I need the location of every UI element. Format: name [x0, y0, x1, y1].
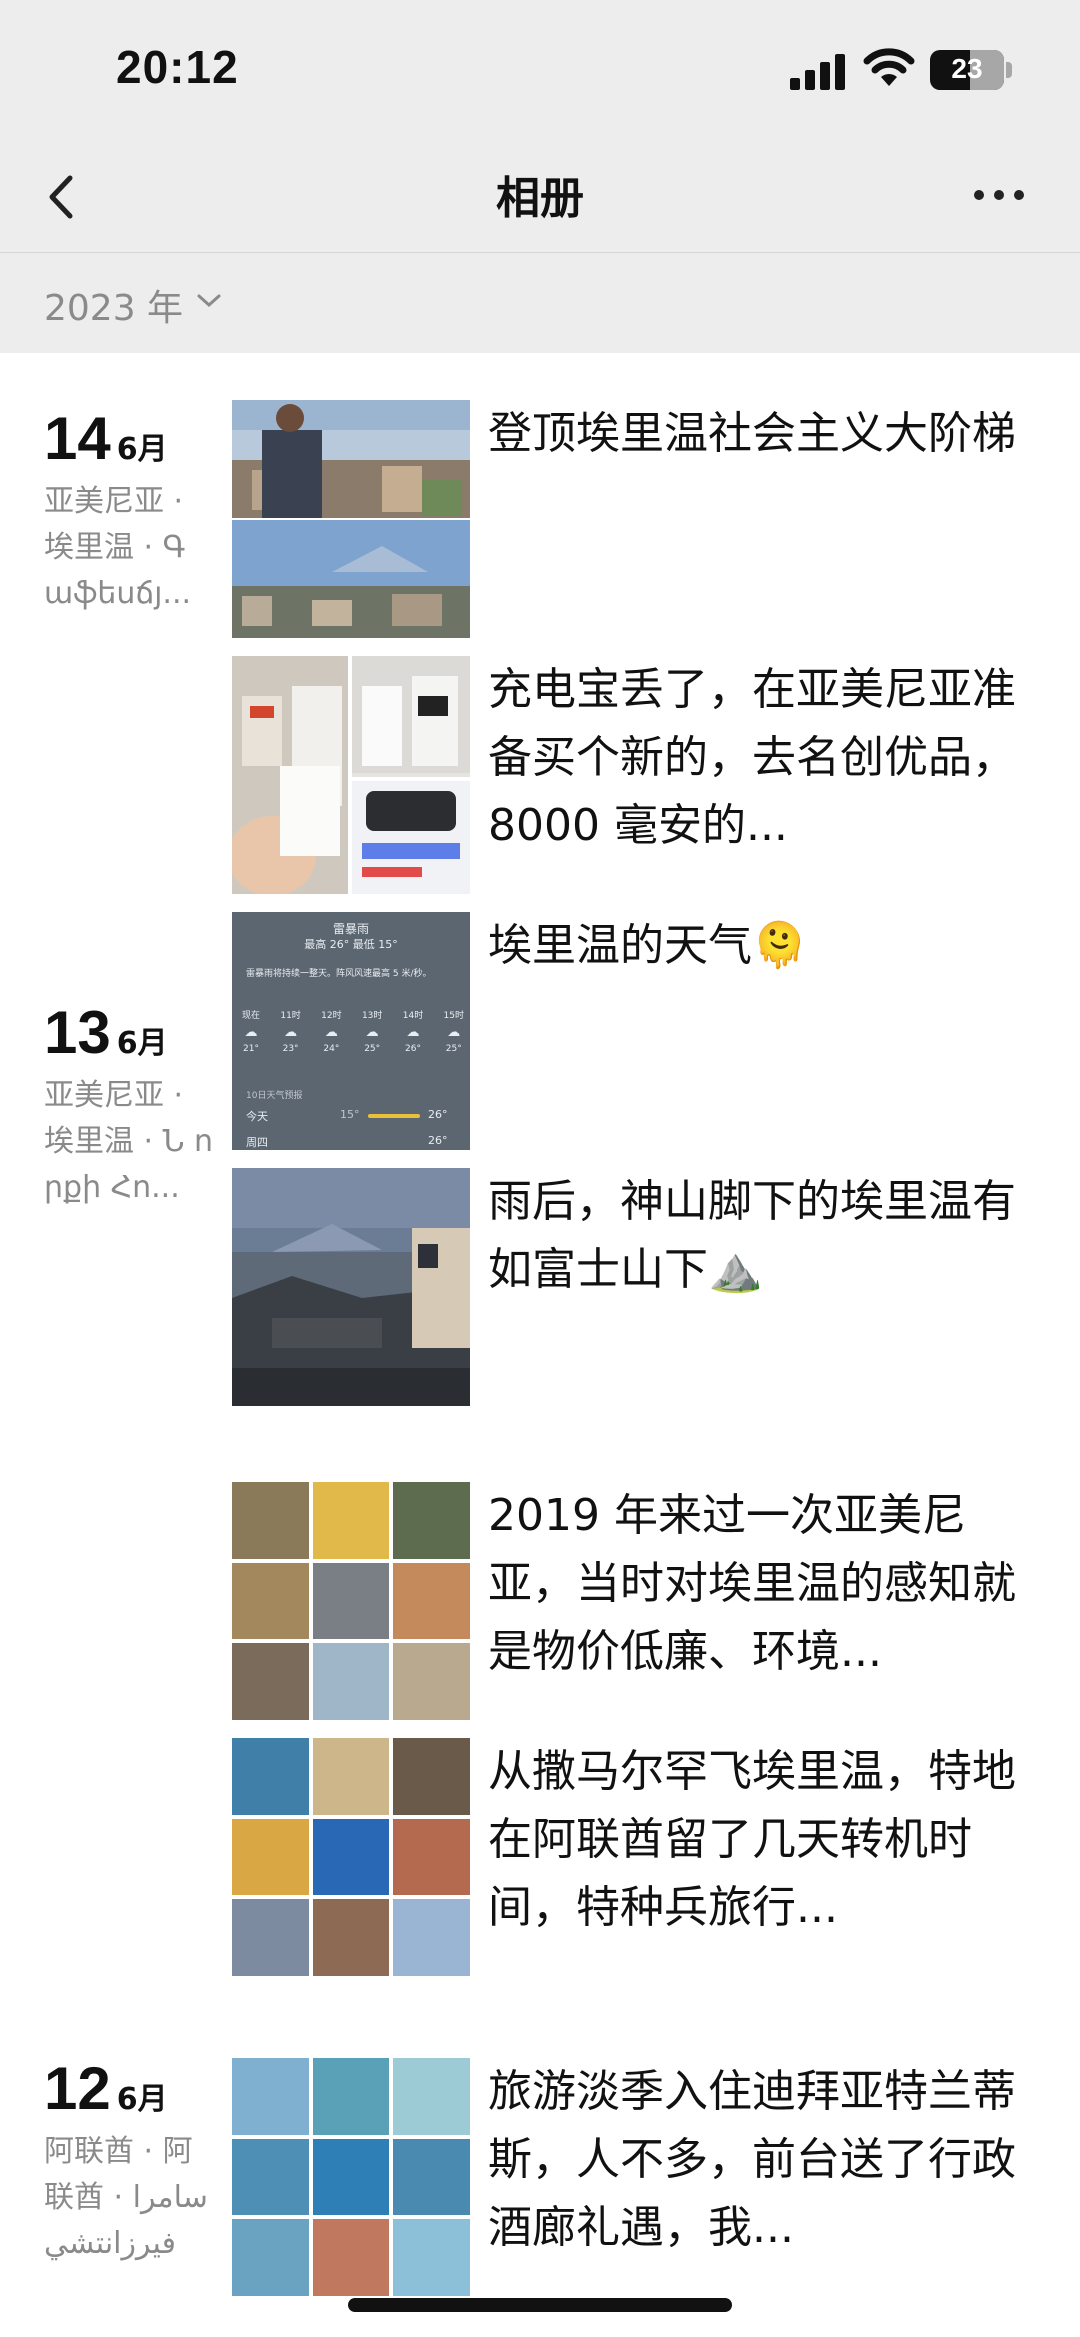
year-selector[interactable]: 2023 年 — [0, 253, 1080, 353]
weather-hour-column: 14时 ☁ 26° — [403, 1008, 423, 1068]
day-header-14: 14 6月 亚美尼亚 · 埃里温 · Գ աֆեսճյ... — [44, 404, 224, 617]
storm-cloud-icon: ☁ — [447, 1025, 461, 1040]
day-location: 亚美尼亚 · 埃里温 · Գ աֆեսճյ... — [44, 484, 192, 611]
weather-hour-column: 13时 ☁ 25° — [362, 1008, 382, 1068]
post-caption: 雨后，神山脚下的埃里温有如富士山下⛰️ — [488, 1176, 1016, 1295]
battery-tip — [1006, 62, 1012, 78]
weather-hour-temp: 24° — [323, 1044, 340, 1054]
album-post[interactable]: 雨后，神山脚下的埃里温有如富士山下⛰️ — [232, 1168, 1052, 1406]
nav-bar: 相册 — [0, 140, 1080, 253]
post-caption: 埃里温的天气🫠 — [488, 920, 807, 971]
temp-range-bar — [368, 1114, 420, 1118]
day-location: 阿联酋 · 阿联酋 · سامرا فيرزانتشي — [44, 2134, 208, 2261]
forecast-today-high: 26° — [428, 1108, 448, 1121]
weather-hour-temp: 25° — [445, 1044, 462, 1054]
forecast-today-low: 15° — [340, 1108, 360, 1121]
post-caption: 从撒马尔罕飞埃里温，特地在阿联酋留了几天转机时间，特种兵旅行... — [488, 1746, 1016, 1933]
day-header-13: 13 6月 亚美尼亚 · 埃里温 · Ն որքի Հո... — [44, 998, 224, 1211]
post-thumbnail — [232, 656, 470, 894]
year-label: 2023 年 — [44, 288, 184, 329]
day-month: 6月 — [116, 2082, 168, 2117]
weather-hour-temp: 21° — [243, 1044, 259, 1054]
weather-hour-label: 现在 — [242, 1011, 261, 1021]
weather-hour-label: 13时 — [361, 1011, 383, 1021]
home-indicator[interactable] — [348, 2298, 732, 2312]
forecast-next-high: 26° — [428, 1134, 448, 1147]
weather-desc: 雷暴雨将持续一整天。阵风风速最高 5 米/秒。 — [246, 969, 432, 979]
forecast-label: 10日天气预报 — [246, 1091, 303, 1101]
more-options-button[interactable] — [972, 170, 1032, 220]
day-location: 亚美尼亚 · 埃里温 · Ն որքի Հո... — [44, 1078, 214, 1205]
day-number: 13 — [44, 999, 111, 1066]
post-thumbnail — [232, 1738, 470, 1976]
status-bar: 20:12 23 — [0, 0, 1080, 140]
weather-hour-temp: 26° — [405, 1044, 421, 1054]
post-thumbnail — [232, 2058, 470, 2296]
weather-hour-label: 14时 — [402, 1011, 424, 1021]
day-month: 6月 — [116, 1026, 168, 1061]
storm-cloud-icon: ☁ — [244, 1025, 258, 1040]
weather-hour-label: 11时 — [280, 1011, 301, 1021]
post-caption: 充电宝丢了，在亚美尼亚准备买个新的，去名创优品，8000 毫安的... — [488, 664, 1016, 851]
chevron-down-icon — [197, 294, 221, 308]
album-post[interactable]: 从撒马尔罕飞埃里温，特地在阿联酋留了几天转机时间，特种兵旅行... — [232, 1738, 1052, 1976]
weather-hour-column: 11时 ☁ 23° — [280, 1008, 300, 1068]
storm-cloud-icon: ☁ — [406, 1025, 420, 1040]
weather-hour-temp: 23° — [282, 1044, 299, 1054]
weather-title: 雷暴雨 — [332, 922, 369, 936]
post-caption: 登顶埃里温社会主义大阶梯 — [488, 408, 1016, 459]
status-time: 20:12 — [116, 41, 239, 93]
day-number: 12 — [44, 2055, 111, 2122]
storm-cloud-icon: ☁ — [365, 1025, 379, 1040]
album-post[interactable]: 2019 年来过一次亚美尼亚，当时对埃里温的感知就是物价低廉、环境... — [232, 1482, 1052, 1720]
page-title: 相册 — [496, 173, 584, 224]
post-caption: 旅游淡季入住迪拜亚特兰蒂斯，人不多，前台送了行政酒廊礼遇，我... — [488, 2066, 1016, 2253]
post-thumbnail: 雷暴雨 最高 26° 最低 15° 雷暴雨将持续一整天。阵风风速最高 5 米/秒… — [232, 912, 470, 1150]
day-header-12: 12 6月 阿联酋 · 阿联酋 · سامرا فيرزانتشي — [44, 2054, 224, 2267]
day-number: 14 — [44, 405, 111, 472]
wifi-icon — [863, 48, 915, 86]
battery-percent: 23 — [951, 53, 983, 84]
battery-icon: 23 — [930, 50, 1004, 90]
storm-cloud-icon: ☁ — [324, 1025, 338, 1040]
weather-hour-column: 12时 ☁ 24° — [321, 1008, 341, 1068]
day-month: 6月 — [116, 432, 168, 467]
album-post[interactable]: 登顶埃里温社会主义大阶梯 — [232, 400, 1052, 638]
forecast-today: 今天 — [246, 1110, 268, 1123]
album-post[interactable]: 旅游淡季入住迪拜亚特兰蒂斯，人不多，前台送了行政酒廊礼遇，我... — [232, 2058, 1052, 2296]
forecast-next: 周四 — [246, 1136, 268, 1149]
storm-cloud-icon: ☁ — [284, 1025, 298, 1040]
weather-range: 最高 26° 最低 15° — [304, 938, 398, 951]
weather-hour-column: 现在 ☁ 21° — [242, 1008, 260, 1068]
post-thumbnail — [232, 1168, 470, 1406]
weather-hour-label: 15时 — [443, 1011, 464, 1021]
weather-hour-label: 12时 — [321, 1011, 342, 1021]
album-post[interactable]: 充电宝丢了，在亚美尼亚准备买个新的，去名创优品，8000 毫安的... — [232, 656, 1052, 894]
post-thumbnail — [232, 1482, 470, 1720]
weather-hourly: 现在 ☁ 21° 11时 ☁ 23° 12时 ☁ 24° 13时 ☁ 25° 14时 ☁ 26° 15时 ☁ 25… — [242, 1008, 464, 1068]
weather-hour-column: 15时 ☁ 25° — [444, 1008, 464, 1068]
post-caption: 2019 年来过一次亚美尼亚，当时对埃里温的感知就是物价低廉、环境... — [488, 1490, 1016, 1677]
weather-hour-temp: 25° — [364, 1044, 381, 1054]
cellular-signal-icon — [790, 52, 846, 90]
album-post[interactable]: 雷暴雨 最高 26° 最低 15° 雷暴雨将持续一整天。阵风风速最高 5 米/秒… — [232, 912, 1052, 1150]
post-thumbnail — [232, 400, 470, 638]
